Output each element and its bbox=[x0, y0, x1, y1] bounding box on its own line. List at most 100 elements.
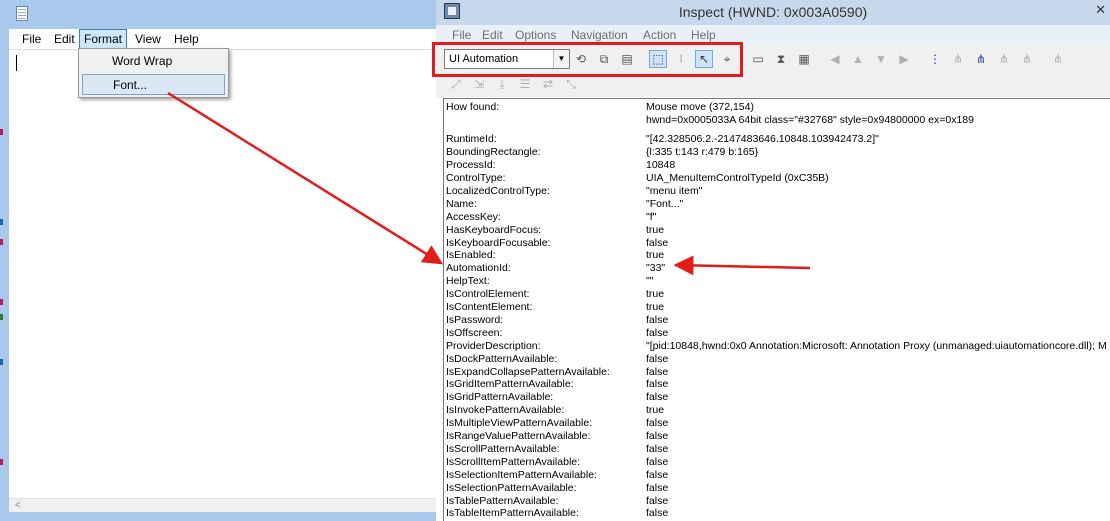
word-wrap-label: Word Wrap bbox=[112, 54, 173, 68]
property-name: RuntimeId: bbox=[446, 133, 497, 146]
property-value: false bbox=[646, 468, 669, 481]
property-name: How found: bbox=[446, 101, 500, 113]
property-name: BoundingRectangle: bbox=[446, 146, 541, 159]
property-name: AccessKey: bbox=[446, 210, 501, 223]
property-value: false bbox=[646, 326, 669, 339]
property-name: IsGridItemPatternAvailable: bbox=[446, 378, 574, 391]
tree-parent-icon[interactable]: ⋮ bbox=[926, 50, 944, 68]
property-name: HasKeyboardFocus: bbox=[446, 223, 542, 236]
notepad-left-border bbox=[0, 29, 9, 521]
property-value: true bbox=[646, 223, 665, 236]
hourglass-icon[interactable]: ⧗ bbox=[772, 50, 790, 68]
property-name: IsSelectionPatternAvailable: bbox=[446, 481, 577, 494]
property-name: IsControlElement: bbox=[446, 288, 530, 301]
property-value: UIA_MenuItemControlTypeId (0xC35B) bbox=[646, 172, 829, 184]
inspect-menu-file[interactable]: File bbox=[452, 28, 471, 42]
property-value: false bbox=[646, 417, 669, 430]
property-value: "Font..." bbox=[646, 197, 684, 210]
property-value: "[42.328506.2.-2147483646.10848.10394247… bbox=[646, 133, 879, 146]
property-value: false bbox=[646, 313, 669, 326]
property-value: true bbox=[646, 404, 665, 417]
collapse-icon[interactable]: ⇲ bbox=[470, 75, 488, 93]
inspect-titlebar[interactable]: Inspect (HWND: 0x003A0590) ✕ bbox=[436, 0, 1110, 25]
property-value: false bbox=[646, 455, 669, 468]
scroll-icon[interactable]: ⤡ bbox=[562, 75, 580, 93]
property-name: IsMultipleViewPatternAvailable: bbox=[446, 417, 593, 430]
menu-format[interactable]: Format bbox=[79, 29, 128, 49]
property-value: hwnd=0x0005033A 64bit class="#32768" sty… bbox=[646, 113, 974, 126]
notepad-titlebar[interactable] bbox=[0, 0, 436, 29]
format-menu-dropdown: Word Wrap Font... bbox=[78, 48, 229, 98]
property-name: IsSelectionItemPatternAvailable: bbox=[446, 468, 597, 481]
list-icon[interactable]: ☰ bbox=[516, 75, 534, 93]
property-name: ProcessId: bbox=[446, 159, 496, 172]
property-name: IsGridPatternAvailable: bbox=[446, 391, 554, 404]
property-name: AutomationId: bbox=[446, 262, 511, 275]
property-value: "33" bbox=[646, 262, 666, 275]
expand-icon[interactable]: ⤢ bbox=[447, 75, 465, 93]
tree-prev-sibling-icon[interactable]: ⋔ bbox=[995, 50, 1013, 68]
property-value: Mouse move (372,154) bbox=[646, 101, 754, 113]
property-value: false bbox=[646, 430, 669, 442]
property-name: ControlType: bbox=[446, 172, 506, 184]
toolbar-highlight-box bbox=[432, 42, 743, 77]
window-icon[interactable]: ▭ bbox=[749, 50, 767, 68]
property-value: "f" bbox=[646, 210, 657, 223]
property-name: IsRangeValuePatternAvailable: bbox=[446, 430, 591, 442]
tree-root-icon[interactable]: ⋔ bbox=[1049, 50, 1067, 68]
inspect-menu-edit[interactable]: Edit bbox=[482, 28, 503, 42]
property-value: false bbox=[646, 494, 669, 507]
menu-edit[interactable]: Edit bbox=[50, 31, 79, 47]
menu-file[interactable]: File bbox=[18, 31, 45, 47]
scroll-left-icon[interactable]: < bbox=[15, 500, 21, 511]
menu-help[interactable]: Help bbox=[170, 31, 203, 47]
tree-first-child-icon[interactable]: ⋔ bbox=[949, 50, 967, 68]
property-value: false bbox=[646, 365, 669, 378]
menu-item-word-wrap[interactable]: Word Wrap bbox=[82, 51, 225, 72]
horizontal-scrollbar[interactable]: < bbox=[9, 498, 436, 512]
property-value: true bbox=[646, 249, 665, 262]
property-value: true bbox=[646, 301, 665, 313]
font-label: Font... bbox=[113, 78, 148, 92]
property-value: true bbox=[646, 288, 665, 301]
inspect-menu-options[interactable]: Options bbox=[515, 28, 556, 42]
property-name: IsDockPatternAvailable: bbox=[446, 352, 558, 365]
text-caret bbox=[16, 55, 17, 71]
property-name: IsKeyboardFocusable: bbox=[446, 236, 551, 249]
close-icon[interactable]: ✕ bbox=[1095, 2, 1106, 18]
property-value: "menu item" bbox=[646, 184, 703, 197]
inspect-menu-help[interactable]: Help bbox=[691, 28, 716, 42]
tooltip-icon[interactable]: ▦ bbox=[795, 50, 813, 68]
property-name: Name: bbox=[446, 197, 477, 210]
property-name: IsOffscreen: bbox=[446, 326, 503, 339]
property-name: IsTablePatternAvailable: bbox=[446, 494, 559, 507]
property-value: "[pid:10848,hwnd:0x0 Annotation:Microsof… bbox=[646, 339, 1107, 352]
tree-last-child-icon[interactable]: ⋔ bbox=[1018, 50, 1036, 68]
arrow-right-icon[interactable]: ▶ bbox=[895, 50, 913, 68]
notepad-menubar: File Edit Format View Help bbox=[9, 29, 436, 49]
property-name: IsScrollPatternAvailable: bbox=[446, 442, 560, 455]
toggle-icon[interactable]: ⇄ bbox=[539, 75, 557, 93]
property-name: IsInvokePatternAvailable: bbox=[446, 404, 565, 417]
notepad-text-area[interactable] bbox=[9, 49, 436, 498]
property-value: false bbox=[646, 507, 669, 520]
arrow-left-icon[interactable]: ◀ bbox=[826, 50, 844, 68]
property-value: false bbox=[646, 352, 669, 365]
property-value: false bbox=[646, 378, 669, 391]
property-name: IsContentElement: bbox=[446, 301, 533, 313]
notepad-bottom-border bbox=[0, 512, 436, 521]
menu-view[interactable]: View bbox=[131, 31, 165, 47]
inspect-title: Inspect (HWND: 0x003A0590) bbox=[678, 4, 868, 20]
property-value: false bbox=[646, 236, 669, 249]
move-icon[interactable]: ⤓ bbox=[493, 75, 511, 93]
property-value: false bbox=[646, 481, 669, 494]
arrow-up-icon[interactable]: ▲ bbox=[849, 50, 867, 68]
inspect-menu-navigation[interactable]: Navigation bbox=[571, 28, 628, 42]
property-name: IsPassword: bbox=[446, 313, 504, 326]
arrow-down-icon[interactable]: ▼ bbox=[872, 50, 890, 68]
inspect-menu-action[interactable]: Action bbox=[643, 28, 676, 42]
menu-item-font[interactable]: Font... bbox=[82, 74, 225, 95]
property-value: 10848 bbox=[646, 159, 676, 172]
property-name: IsTableItemPatternAvailable: bbox=[446, 507, 579, 520]
tree-next-sibling-icon[interactable]: ⋔ bbox=[972, 50, 990, 68]
